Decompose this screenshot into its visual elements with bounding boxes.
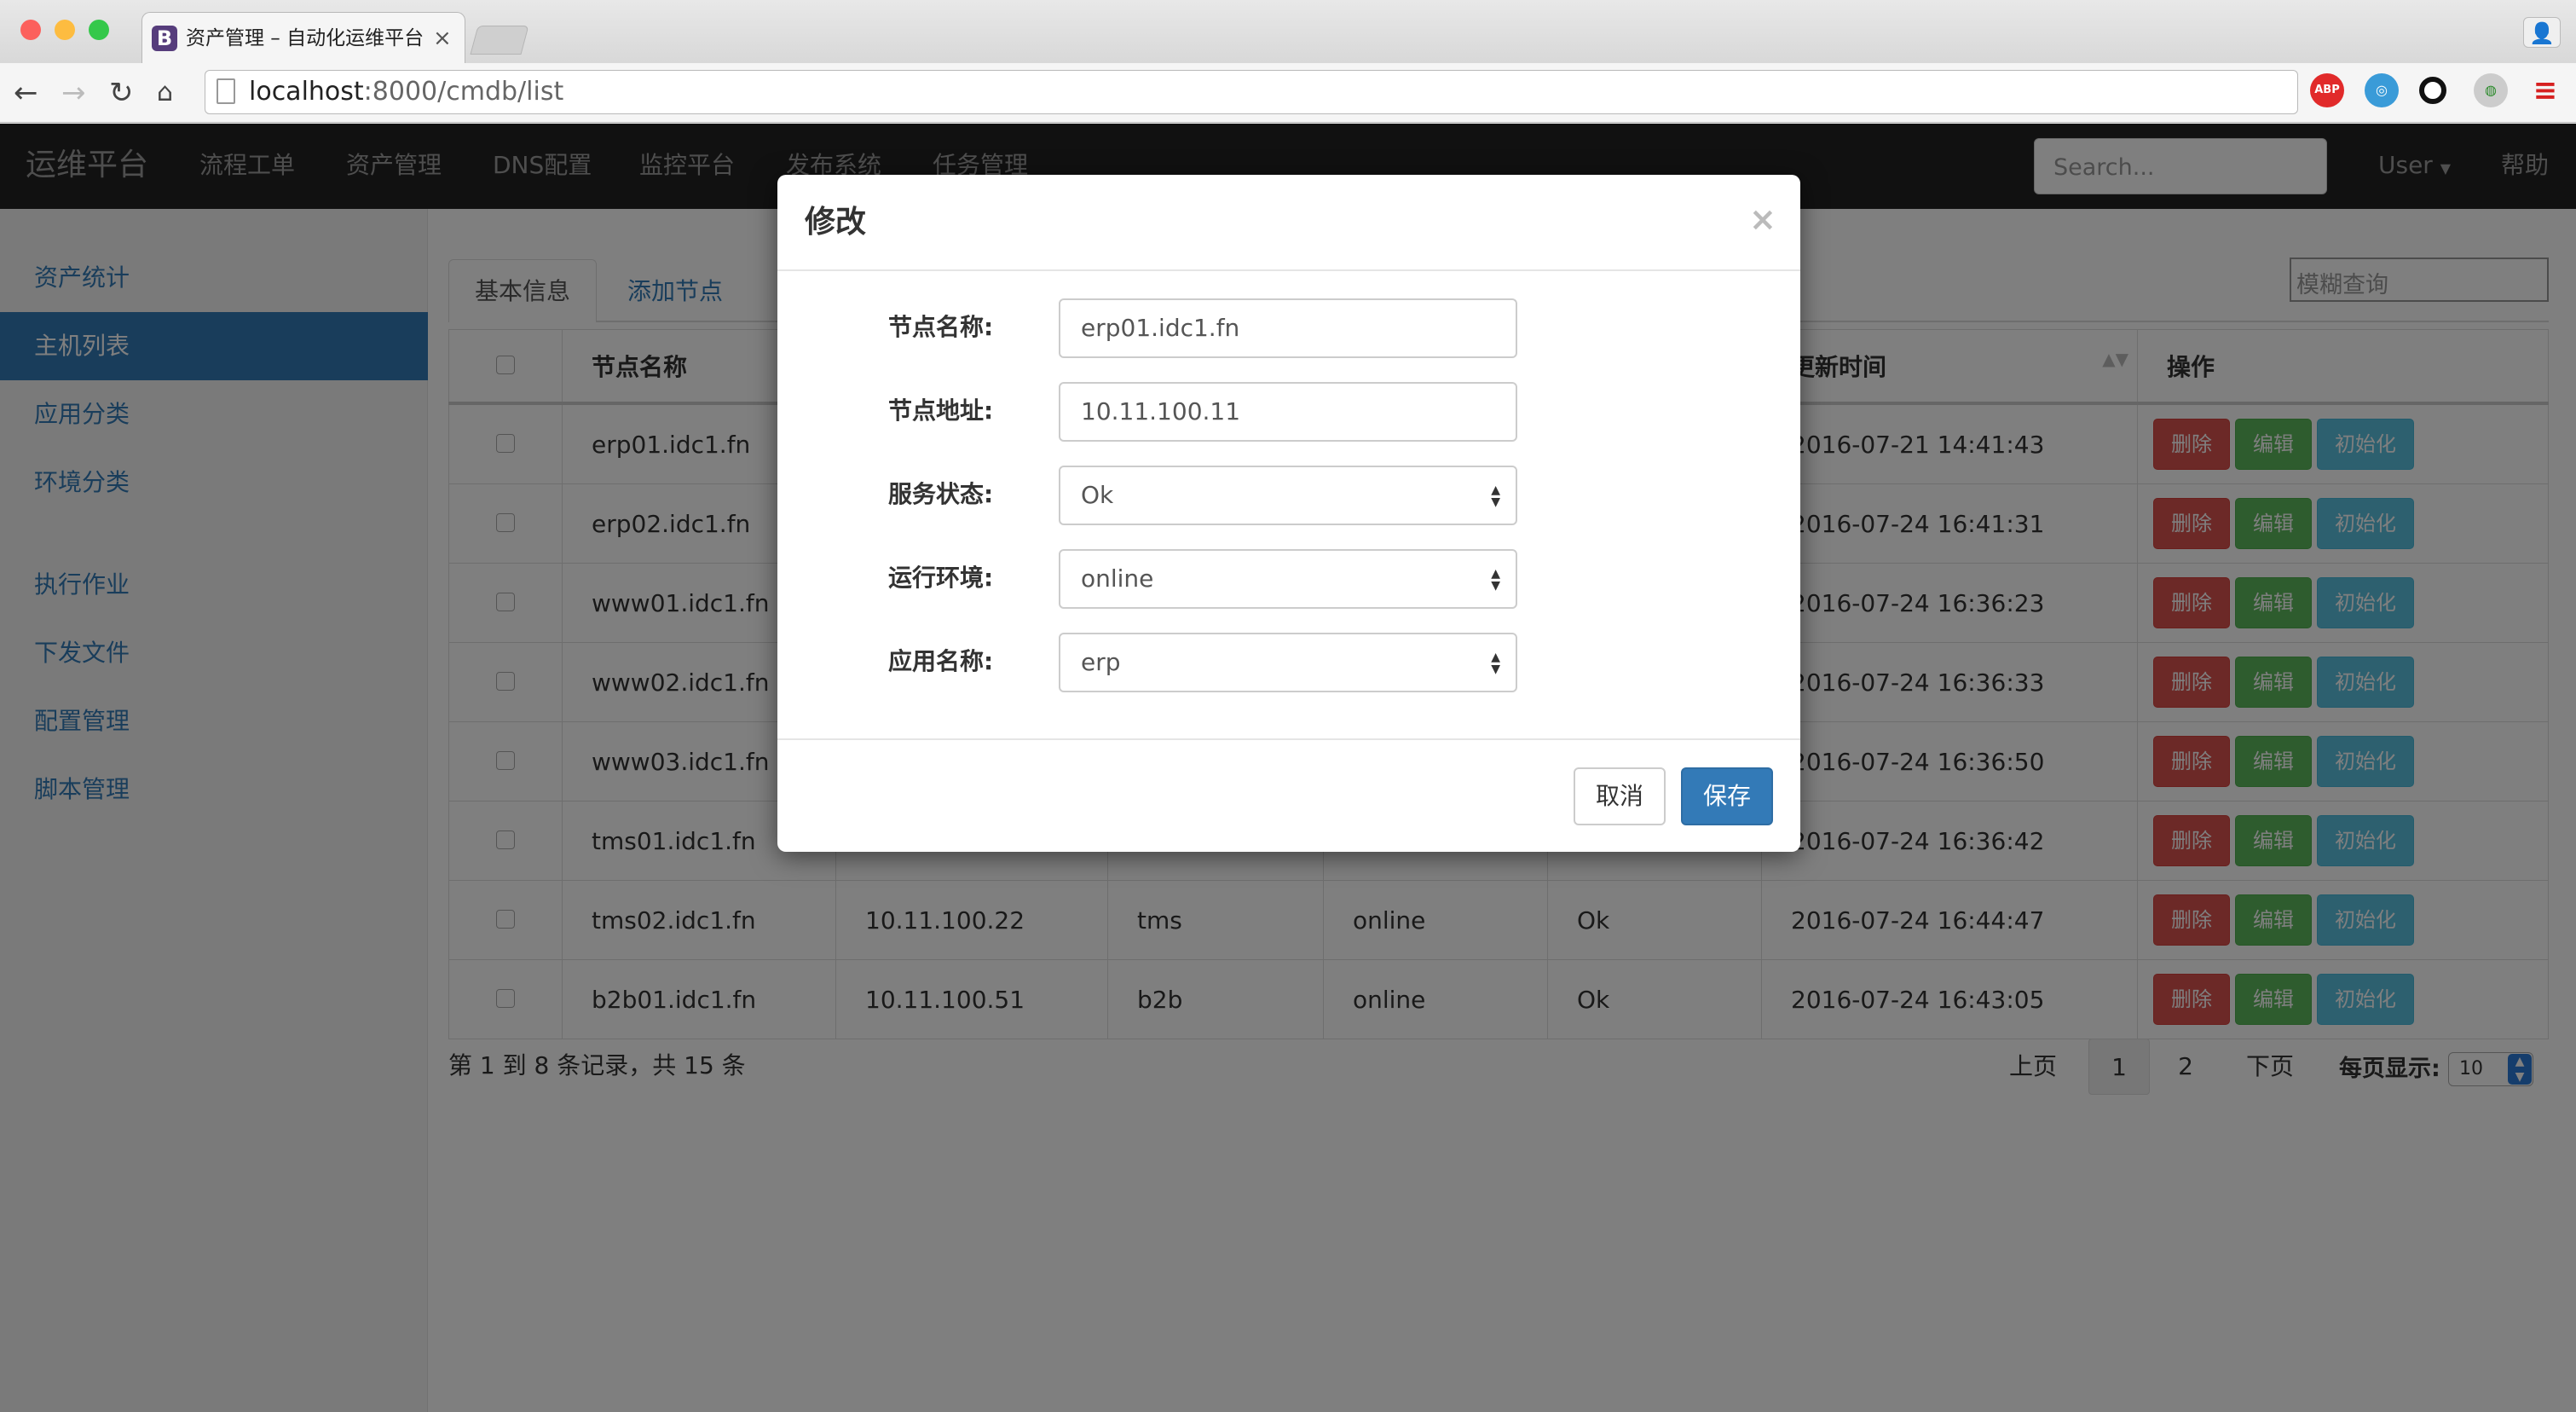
run-env-label: 运行环境: [888, 564, 994, 592]
menu-icon[interactable]: ≡ [2528, 73, 2562, 107]
close-window-button[interactable] [20, 20, 41, 40]
app-name-label: 应用名称: [888, 647, 994, 675]
node-address-label: 节点地址: [888, 396, 994, 425]
extension-icon[interactable]: ◍ [2474, 73, 2508, 107]
node-address-value: 10.11.100.11 [1081, 397, 1241, 425]
page-icon [217, 78, 235, 104]
modal-title: 修改 [805, 205, 867, 240]
select-arrows-icon: ▲ ▼ [1491, 483, 1500, 509]
close-icon[interactable]: × [1749, 200, 1776, 239]
circle-icon[interactable] [2419, 77, 2446, 104]
back-icon[interactable]: ← [14, 77, 38, 109]
run-env-value: online [1081, 564, 1154, 593]
minimize-window-button[interactable] [55, 20, 75, 40]
profile-icon[interactable]: 👤 [2523, 17, 2561, 48]
new-tab-button[interactable] [470, 26, 529, 55]
abp-icon[interactable]: ABP [2310, 73, 2344, 107]
bootstrap-favicon-icon: B [152, 26, 177, 51]
service-status-select[interactable]: Ok ▲ ▼ [1059, 466, 1517, 525]
app-name-value: erp [1081, 648, 1121, 676]
node-name-input[interactable]: erp01.idc1.fn [1059, 298, 1517, 358]
globe-icon[interactable]: ◎ [2365, 73, 2399, 107]
select-arrows-icon: ▲ ▼ [1491, 567, 1500, 593]
url-text[interactable]: localhost:8000/cmdb/list [249, 77, 563, 107]
node-name-label: 节点名称: [888, 313, 994, 341]
service-status-label: 服务状态: [888, 480, 994, 508]
home-icon[interactable]: ⌂ [157, 77, 173, 109]
tab-close-icon[interactable]: × [433, 26, 452, 51]
node-name-value: erp01.idc1.fn [1081, 314, 1240, 342]
cancel-button[interactable]: 取消 [1574, 767, 1666, 825]
service-status-value: Ok [1081, 481, 1114, 509]
select-arrows-icon: ▲ ▼ [1491, 651, 1500, 676]
run-env-select[interactable]: online ▲ ▼ [1059, 549, 1517, 609]
modal-header-divider [777, 269, 1800, 271]
app-name-select[interactable]: erp ▲ ▼ [1059, 633, 1517, 692]
zoom-window-button[interactable] [89, 20, 109, 40]
save-button[interactable]: 保存 [1681, 767, 1773, 825]
modal-footer-divider [777, 738, 1800, 740]
node-address-input[interactable]: 10.11.100.11 [1059, 382, 1517, 442]
reload-icon[interactable]: ↻ [109, 77, 134, 109]
forward-icon[interactable]: → [61, 77, 86, 109]
browser-tab-title: 资产管理 – 自动化运维平台 [186, 27, 425, 49]
